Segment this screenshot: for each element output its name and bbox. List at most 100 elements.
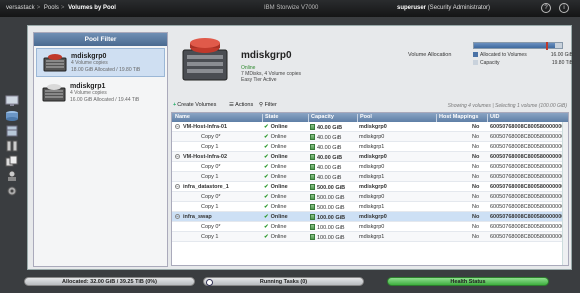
- access-icon[interactable]: [5, 170, 19, 182]
- cell-host-mappings: No: [472, 204, 480, 210]
- online-check-icon: ✔: [264, 174, 269, 180]
- collapse-icon[interactable]: −: [175, 124, 180, 129]
- collapse-icon[interactable]: −: [175, 154, 180, 159]
- cell-name: Copy 1: [201, 204, 219, 210]
- table-row[interactable]: Copy 1 ✔ Online 500.00 GiB mdiskgrp1 No 600507…: [172, 202, 568, 212]
- table-row[interactable]: − VM-Host-Infra-02 ✔ Online 40.00 GiB mdiskgr…: [172, 152, 568, 162]
- cell-pool: mdiskgrp1: [359, 204, 385, 210]
- capacity-icon: [310, 124, 315, 130]
- table-row[interactable]: Copy 1 ✔ Online 100.00 GiB mdiskgrp1 No 600507…: [172, 232, 568, 242]
- pool-name: mdiskgrp0: [71, 53, 107, 60]
- volume-allocation-fill: [474, 43, 555, 48]
- online-check-icon: ✔: [264, 124, 269, 130]
- hosts-icon[interactable]: [5, 140, 19, 152]
- table-row[interactable]: − infra_datastore_1 ✔ Online 500.00 GiB mdisk…: [172, 182, 568, 192]
- cell-host-mappings: No: [472, 184, 480, 190]
- storage-pool-icon: [42, 84, 66, 102]
- table-row[interactable]: − infra_swap ✔ Online 100.00 GiB mdiskgrp0 No 6…: [172, 212, 568, 222]
- status-bar: Allocated: 32.00 GiB / 39.25 TiB (0%) Ru…: [0, 271, 580, 293]
- allocated-status-pill[interactable]: Allocated: 32.00 GiB / 39.25 TiB (0%): [24, 277, 195, 286]
- cell-state: ✔ Online: [264, 224, 287, 230]
- table-row[interactable]: Copy 0* ✔ Online 40.00 GiB mdiskgrp0 No 600507…: [172, 132, 568, 142]
- cell-uid: 60050768008C800580000000000000000: [490, 144, 568, 150]
- column-header-state[interactable]: State: [262, 114, 278, 122]
- column-header-pool[interactable]: Pool: [357, 114, 372, 122]
- table-row[interactable]: Copy 0* ✔ Online 500.00 GiB mdiskgrp0 No 60050…: [172, 192, 568, 202]
- plus-icon: +: [173, 102, 177, 108]
- user-menu[interactable]: superuser (Security Administrator): [397, 5, 490, 11]
- cell-state: ✔ Online: [264, 164, 287, 170]
- table-scrollbar[interactable]: [562, 122, 568, 265]
- cell-uid: 60050768008C800580000000000000001: [490, 154, 568, 160]
- help-icon[interactable]: ?: [541, 3, 551, 13]
- filter-button[interactable]: ⚲ Filter: [259, 102, 277, 111]
- cell-host-mappings: No: [472, 174, 480, 180]
- cell-capacity: 500.00 GiB: [310, 204, 345, 211]
- collapse-icon[interactable]: −: [175, 214, 180, 219]
- cell-pool: mdiskgrp0: [359, 154, 387, 160]
- cell-name: Copy 0*: [201, 224, 221, 230]
- cell-state: ✔ Online: [264, 154, 288, 160]
- table-row[interactable]: Copy 0* ✔ Online 100.00 GiB mdiskgrp0 No 60050…: [172, 222, 568, 232]
- cell-name: Copy 1: [201, 234, 219, 240]
- cell-uid: 60050768008C800580000000000000000: [490, 124, 568, 130]
- top-bar: versastack > Pools > Volumes by Pool IBM S…: [0, 0, 580, 17]
- health-status-pill[interactable]: Health Status: [387, 277, 549, 286]
- column-header-capacity[interactable]: Capacity: [308, 114, 334, 122]
- capacity-swatch: [473, 60, 478, 65]
- cell-host-mappings: No: [472, 214, 480, 220]
- table-row[interactable]: Copy 1 ✔ Online 40.00 GiB mdiskgrp1 No 6005076…: [172, 172, 568, 182]
- table-row[interactable]: − VM-Host-Infra-01 ✔ Online 40.00 GiB mdiskgr…: [172, 122, 568, 132]
- breadcrumb-system[interactable]: versastack: [6, 5, 35, 11]
- cell-uid: 60050768008C800580000000000000001: [490, 164, 568, 170]
- create-volumes-button[interactable]: +Create Volumes: [173, 102, 216, 111]
- allocated-value: 16.00 GiB: [550, 52, 573, 58]
- column-header-uid[interactable]: UID: [487, 114, 499, 122]
- cell-uid: 60050768008C800580000000000000002: [490, 194, 568, 200]
- pool-item-mdiskgrp0[interactable]: mdiskgrp0 4 Volume copies 18.00 GiB Allo…: [36, 48, 165, 77]
- cell-host-mappings: No: [472, 144, 480, 150]
- volume-allocation-label: Volume Allocation: [408, 52, 452, 58]
- cell-uid: 60050768008C800580000000000000003: [490, 224, 568, 230]
- online-check-icon: ✔: [264, 164, 269, 170]
- capacity-icon: [310, 194, 315, 200]
- pools-icon[interactable]: [5, 110, 19, 122]
- capacity-icon: [310, 224, 315, 230]
- online-check-icon: ✔: [264, 194, 269, 200]
- cell-capacity: 500.00 GiB: [310, 194, 345, 201]
- breadcrumb-pools[interactable]: Pools: [44, 5, 59, 11]
- cell-capacity: 40.00 GiB: [310, 174, 341, 181]
- collapse-icon[interactable]: −: [175, 184, 180, 189]
- allocated-swatch: [473, 52, 478, 57]
- actions-menu-button[interactable]: ☰ Actions: [229, 102, 253, 111]
- info-icon[interactable]: i: [559, 3, 569, 13]
- pool-item-mdiskgrp1[interactable]: mdiskgrp1 4 Volume copies 16.00 GiB Allo…: [36, 79, 165, 108]
- cell-capacity: 100.00 GiB: [310, 224, 345, 231]
- left-nav: [0, 17, 24, 269]
- cell-name: − infra_swap: [175, 214, 212, 220]
- cell-uid: 60050768008C800580000000000000003: [490, 214, 568, 220]
- cell-name: Copy 1: [201, 144, 219, 150]
- table-row[interactable]: Copy 1 ✔ Online 40.00 GiB mdiskgrp1 No 6005076…: [172, 142, 568, 152]
- cell-pool: mdiskgrp0: [359, 214, 387, 220]
- capacity-icon: [310, 164, 315, 170]
- pool-filter-panel: Pool Filter mdiskgrp0 4 Volume copies 18…: [33, 32, 168, 267]
- table-header: Name State Capacity Pool Host Mappings U…: [172, 113, 568, 122]
- settings-icon[interactable]: [5, 185, 19, 197]
- cell-capacity: 40.00 GiB: [310, 154, 342, 161]
- copy-services-icon[interactable]: [5, 155, 19, 167]
- capacity-icon: [310, 144, 315, 150]
- running-tasks-pill[interactable]: Running Tasks (0): [203, 277, 364, 286]
- storage-pool-large-icon: [182, 38, 228, 81]
- column-header-name[interactable]: Name: [175, 114, 190, 120]
- cell-host-mappings: No: [472, 154, 480, 160]
- pool-easy-tier: Easy Tier Active: [241, 77, 277, 83]
- volume-allocation-bar: [473, 42, 563, 50]
- table-row[interactable]: Copy 0* ✔ Online 40.00 GiB mdiskgrp0 No 600507…: [172, 162, 568, 172]
- online-check-icon: ✔: [264, 184, 269, 190]
- column-header-host-mappings[interactable]: Host Mappings: [436, 114, 478, 122]
- monitoring-icon[interactable]: [5, 95, 19, 107]
- volumes-icon[interactable]: [5, 125, 19, 137]
- volume-toolbar: +Create Volumes ☰ Actions ⚲ Filter Showi…: [171, 102, 569, 111]
- capacity-icon: [310, 234, 315, 240]
